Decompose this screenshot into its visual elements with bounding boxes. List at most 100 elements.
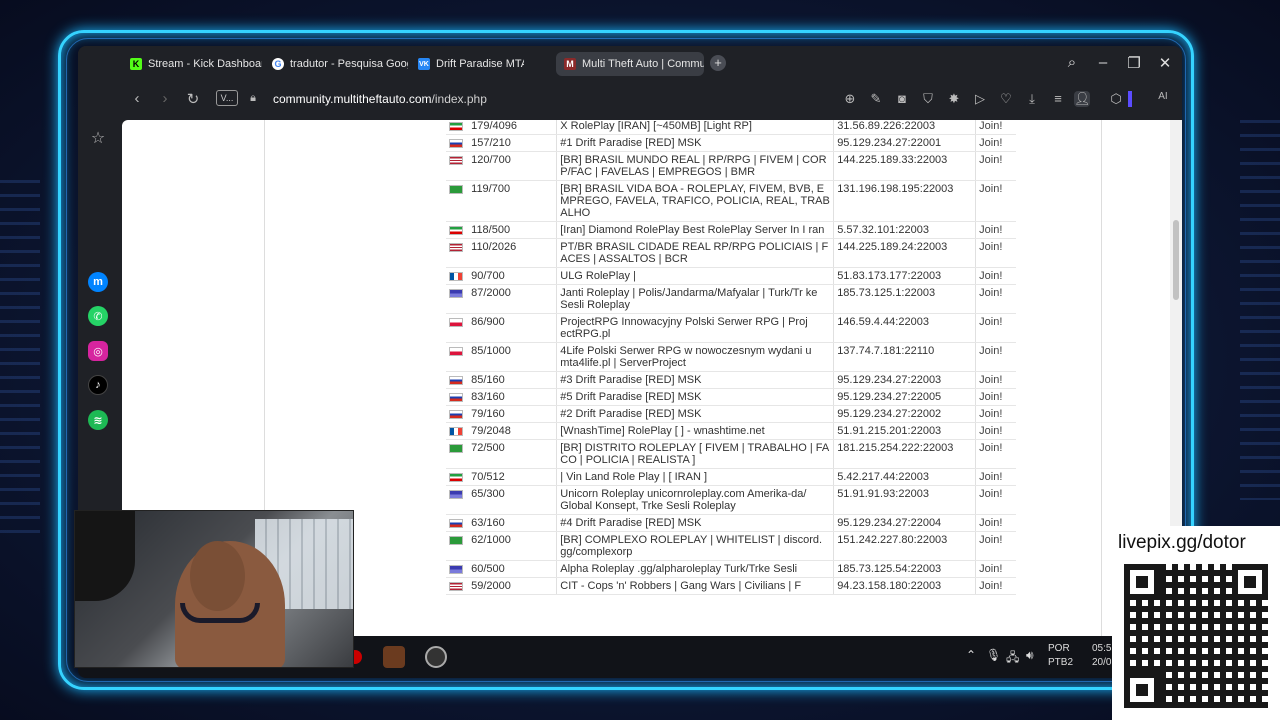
close-button[interactable]: ✕ <box>1155 54 1175 72</box>
join-link[interactable]: Join! <box>975 485 1016 515</box>
camera-icon[interactable]: ◙ <box>894 91 910 106</box>
server-ip-cell: 151.242.227.80:22003 <box>833 531 977 561</box>
join-link[interactable]: Join! <box>975 120 1016 135</box>
volume-icon[interactable]: 🔊︎ <box>1026 648 1034 663</box>
join-link[interactable]: Join! <box>975 267 1016 285</box>
join-link[interactable]: Join! <box>975 221 1016 239</box>
server-name-cell: [WnashTime] RolePlay [ ] - wnashtime.net <box>556 422 835 440</box>
tab-google[interactable]: G tradutor - Pesquisa Googl <box>268 52 408 76</box>
zoom-icon[interactable]: ⊕ <box>842 91 858 107</box>
server-name-cell: #2 Drift Paradise [RED] MSK <box>556 405 835 423</box>
url-path: /index.php <box>431 92 487 106</box>
download-icon[interactable]: ⤓ <box>1024 91 1040 107</box>
edit-icon[interactable]: ✎ <box>868 91 884 107</box>
join-link[interactable]: Join! <box>975 342 1016 372</box>
game-app-icon[interactable] <box>383 646 405 668</box>
whatsapp-icon[interactable]: ✆ <box>88 306 108 326</box>
tab-kick[interactable]: K Stream - Kick Dashboard <box>126 52 262 76</box>
messenger-icon[interactable]: m <box>88 272 108 292</box>
tiktok-icon[interactable]: ♪ <box>88 375 108 395</box>
join-link[interactable]: Join! <box>975 560 1016 578</box>
background-decoration-right <box>1240 120 1280 500</box>
back-icon[interactable]: ‹ <box>128 90 146 107</box>
url-field[interactable]: community.multitheftauto.com/index.php <box>273 92 487 106</box>
heart-icon[interactable]: ♡ <box>998 91 1014 107</box>
qr-eye <box>1124 564 1160 600</box>
join-link[interactable]: Join! <box>975 577 1016 595</box>
join-link[interactable]: Join! <box>975 180 1016 222</box>
url-host: community.multitheftauto.com <box>273 92 432 106</box>
join-link[interactable]: Join! <box>975 388 1016 406</box>
join-link[interactable]: Join! <box>975 405 1016 423</box>
server-ip-cell: 95.129.234.27:22004 <box>833 514 977 532</box>
table-row: 157/210 #1 Drift Paradise [RED] MSK 95.129… <box>446 134 1016 152</box>
cube-icon[interactable]: ⬡ <box>1108 91 1124 107</box>
dark-object <box>75 511 135 601</box>
tab-label: Stream - Kick Dashboard <box>148 58 262 70</box>
players-cell: 179/4096 <box>468 120 557 135</box>
lang-bottom: PTB2 <box>1048 657 1074 668</box>
join-link[interactable]: Join! <box>975 238 1016 268</box>
google-icon: G <box>272 58 284 70</box>
server-ip-cell: 137.74.7.181:22110 <box>833 342 977 372</box>
server-ip-cell: 95.129.234.27:22003 <box>833 371 977 389</box>
tab-drift-paradise[interactable]: VK Drift Paradise MTA <box>414 52 524 76</box>
livepix-url: livepix.gg/dotor <box>1118 532 1246 553</box>
scrollbar-thumb[interactable] <box>1173 220 1179 300</box>
players-cell: 120/700 <box>468 151 557 181</box>
flag-cell <box>446 485 469 515</box>
shield-icon[interactable]: ⛉ <box>920 91 936 107</box>
players-cell: 63/160 <box>468 514 557 532</box>
flag-cell <box>446 468 469 486</box>
server-ip-cell: 5.42.217.44:22003 <box>833 468 977 486</box>
restore-button[interactable]: ❐ <box>1124 54 1144 72</box>
join-link[interactable]: Join! <box>975 468 1016 486</box>
minimize-button[interactable]: – <box>1093 54 1113 71</box>
players-cell: 157/210 <box>468 134 557 152</box>
join-link[interactable]: Join! <box>975 439 1016 469</box>
menu-icon[interactable]: ≡ <box>1050 91 1066 106</box>
new-tab-button[interactable]: + <box>710 55 726 71</box>
spotify-icon[interactable]: ≋ <box>88 410 108 430</box>
tab-mta-community[interactable]: M Multi Theft Auto | Commu <box>556 52 704 76</box>
extension-icon[interactable]: ✸ <box>946 91 962 107</box>
join-link[interactable]: Join! <box>975 134 1016 152</box>
network-icon[interactable]: 🖧︎ <box>1006 648 1019 669</box>
obs-icon[interactable] <box>425 646 447 668</box>
tab-bar: K Stream - Kick Dashboard G tradutor - P… <box>78 46 1182 82</box>
star-icon[interactable]: ☆ <box>88 128 108 148</box>
server-name-cell: ULG RolePlay | <box>556 267 835 285</box>
tab-label: tradutor - Pesquisa Googl <box>290 58 408 70</box>
join-link[interactable]: Join! <box>975 284 1016 314</box>
table-row: 63/160 #4 Drift Paradise [RED] MSK 95.129.… <box>446 514 1016 532</box>
flag-cell <box>446 134 469 152</box>
country-flag-icon <box>449 272 463 281</box>
server-ip-cell: 95.129.234.27:22002 <box>833 405 977 423</box>
join-link[interactable]: Join! <box>975 514 1016 532</box>
server-name-cell: [Iran] Diamond RolePlay Best RolePlay Se… <box>556 221 835 239</box>
reload-icon[interactable]: ↻ <box>184 90 202 108</box>
players-cell: 118/500 <box>468 221 557 239</box>
webcam-overlay <box>74 510 354 668</box>
table-row: 120/700 [BR] BRASIL MUNDO REAL | RP/RPG |… <box>446 151 1016 181</box>
players-cell: 90/700 <box>468 267 557 285</box>
ai-button[interactable]: AI <box>1150 91 1176 102</box>
join-link[interactable]: Join! <box>975 422 1016 440</box>
server-name-cell: ProjectRPG Innowacyjny Polski Serwer RPG… <box>556 313 835 343</box>
play-icon[interactable]: ▷ <box>972 91 988 107</box>
profile-icon[interactable]: 👤︎ <box>1074 91 1091 107</box>
search-icon[interactable]: ⌕ <box>1062 54 1082 71</box>
vpn-badge[interactable]: V... <box>216 90 238 106</box>
join-link[interactable]: Join! <box>975 151 1016 181</box>
chevron-up-icon[interactable]: ⌃ <box>966 648 976 662</box>
server-name-cell: Alpha Roleplay .gg/alpharoleplay Turk/Tr… <box>556 560 835 578</box>
table-row: 60/500 Alpha Roleplay .gg/alpharoleplay T… <box>446 560 1016 578</box>
join-link[interactable]: Join! <box>975 531 1016 561</box>
join-link[interactable]: Join! <box>975 313 1016 343</box>
microphone-icon[interactable]: 🎙︎ <box>986 648 1001 662</box>
lock-icon[interactable]: 🔒︎ <box>244 92 262 105</box>
forward-icon[interactable]: › <box>156 90 174 107</box>
instagram-icon[interactable]: ◎ <box>88 341 108 361</box>
language-indicator[interactable]: POR PTB2 <box>1048 642 1073 670</box>
join-link[interactable]: Join! <box>975 371 1016 389</box>
